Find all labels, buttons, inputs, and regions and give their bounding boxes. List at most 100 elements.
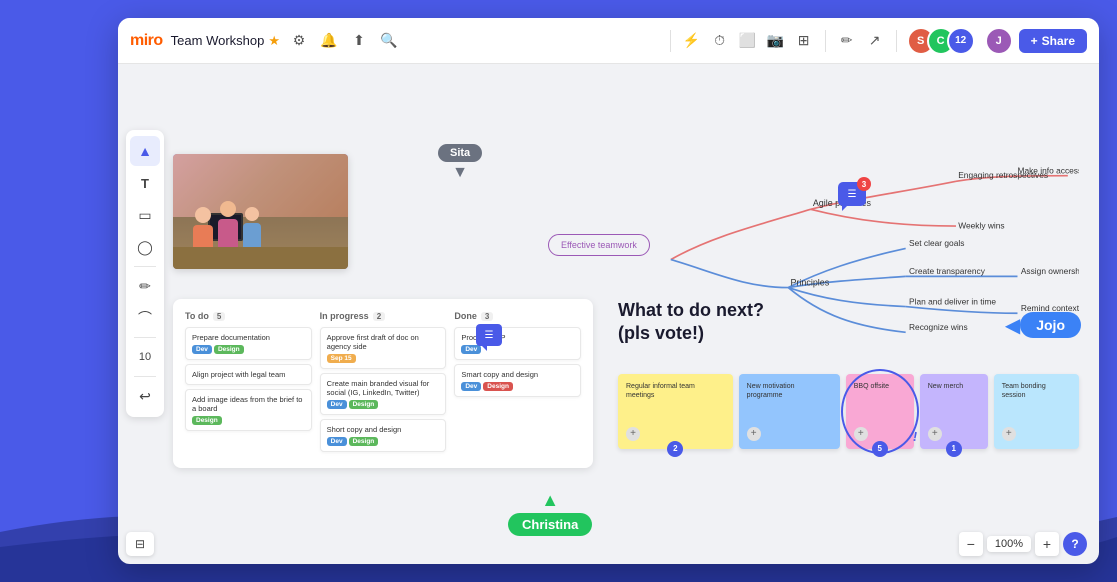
- zoom-in-button[interactable]: +: [1035, 532, 1059, 556]
- kanban-header-todo: To do 5: [185, 311, 312, 321]
- col-todo-count: 5: [213, 312, 225, 321]
- message-bubble[interactable]: ☰ 3: [838, 182, 866, 206]
- kanban-card-5[interactable]: Create main branded visual for social (I…: [320, 373, 447, 415]
- export-icon[interactable]: ⬆: [348, 30, 370, 52]
- topbar: miro Team Workshop ★ ⚙ 🔔 ⬆ 🔍 ⚡ ⏱ ⬜ 📷 ⊞ ✏…: [118, 18, 1099, 64]
- sticky-note-3[interactable]: BBQ offsite + 5: [846, 374, 914, 449]
- zoom-out-button[interactable]: −: [959, 532, 983, 556]
- team-photo: [173, 154, 348, 269]
- pen-icon[interactable]: ✏: [836, 30, 858, 52]
- card-1-tags: Dev Design: [192, 345, 305, 354]
- photo-placeholder: [173, 154, 348, 269]
- message-badge: 3: [857, 177, 871, 191]
- cursor-jojo-arrow: ◀: [1005, 313, 1020, 338]
- star-icon[interactable]: ★: [268, 33, 280, 49]
- shape-tool[interactable]: ◯: [130, 232, 160, 262]
- message-icon: ☰: [848, 189, 857, 200]
- col-inprogress-label: In progress: [320, 311, 369, 321]
- comment-bubble[interactable]: ☰: [476, 324, 502, 346]
- svg-text:Create transparency: Create transparency: [909, 266, 986, 276]
- sticky-note-5[interactable]: Team bonding session +: [994, 374, 1079, 449]
- notification-icon[interactable]: 🔔: [318, 30, 340, 52]
- kanban-card-3[interactable]: Add image ideas from the brief to a boar…: [185, 389, 312, 431]
- sticky-note-2[interactable]: New motivation programme +: [739, 374, 840, 449]
- zoom-tool[interactable]: 10: [130, 342, 160, 372]
- mindmap-center-label: Effective teamwork: [561, 240, 637, 250]
- sticky-1-text: Regular informal team meetings: [626, 382, 725, 400]
- help-button[interactable]: ?: [1063, 532, 1087, 556]
- share-label: Share: [1042, 34, 1075, 48]
- cursor-christina-arrow: ▲: [541, 490, 559, 511]
- tag-sep: Sep 15: [327, 354, 356, 363]
- tag-design: Design: [214, 345, 244, 354]
- svg-text:Principles: Principles: [790, 277, 829, 287]
- tag-dev-5: Dev: [327, 400, 347, 409]
- board-title: Team Workshop ★: [171, 33, 280, 49]
- sticky-notes-row: Regular informal team meetings + 2 New m…: [618, 374, 1079, 449]
- sticky-5-text: Team bonding session: [1002, 382, 1071, 400]
- tag-dev-6: Dev: [327, 437, 347, 446]
- vote-title-text: What to do next?: [618, 300, 764, 320]
- share-button[interactable]: + Share: [1019, 29, 1087, 53]
- vote-badge-1: 2: [667, 441, 683, 457]
- vote-plus-4[interactable]: +: [928, 427, 942, 441]
- share-icon: +: [1031, 34, 1038, 48]
- video-icon[interactable]: 📷: [765, 30, 787, 52]
- tag-design-8: Design: [483, 382, 513, 391]
- left-toolbar: ▲ T ▭ ◯ ✏ ⌒ 10 ↩: [126, 130, 164, 417]
- user-avatar[interactable]: J: [985, 27, 1013, 55]
- panel-toggle-button[interactable]: ⊟: [126, 532, 154, 556]
- kanban-card-1[interactable]: Prepare documentation Dev Design: [185, 327, 312, 360]
- text-tool[interactable]: T: [130, 168, 160, 198]
- connector-tool[interactable]: ⌒: [130, 303, 160, 333]
- card-5-text: Create main branded visual for social (I…: [327, 379, 440, 397]
- vote-plus-5[interactable]: +: [1002, 427, 1016, 441]
- tag-design-3: Design: [192, 416, 222, 425]
- kanban-col-todo: To do 5 Prepare documentation Dev Design…: [185, 311, 312, 456]
- svg-text:Make info accessible: Make info accessible: [1017, 165, 1079, 175]
- card-6-tags: Dev Design: [327, 437, 440, 446]
- vote-subtitle: (pls vote!): [618, 323, 704, 343]
- sticky-note-4[interactable]: New merch + 1: [920, 374, 988, 449]
- undo-tool[interactable]: ↩: [130, 381, 160, 411]
- vote-badge-4: 1: [946, 441, 962, 457]
- cursor-jojo-label: Jojo: [1020, 312, 1081, 338]
- cursor-sita-label: Sita: [438, 144, 482, 162]
- grid-icon[interactable]: ⊞: [793, 30, 815, 52]
- card-2-text: Align project with legal team: [192, 370, 305, 379]
- frame-icon[interactable]: ⬜: [737, 30, 759, 52]
- comment-icon: ☰: [485, 330, 494, 341]
- board-title-text: Team Workshop: [171, 33, 265, 48]
- cursor-sita: Sita ▼: [438, 144, 482, 182]
- search-icon[interactable]: 🔍: [378, 30, 400, 52]
- card-1-text: Prepare documentation: [192, 333, 305, 342]
- vote-plus-1[interactable]: +: [626, 427, 640, 441]
- vote-plus-3[interactable]: +: [854, 427, 868, 441]
- svg-text:Weekly wins: Weekly wins: [958, 220, 1004, 230]
- lightning-icon[interactable]: ⚡: [681, 30, 703, 52]
- sticky-note-1[interactable]: Regular informal team meetings + 2: [618, 374, 733, 449]
- kanban-card-2[interactable]: Align project with legal team: [185, 364, 312, 385]
- pen-tool[interactable]: ✏: [130, 271, 160, 301]
- topbar-left-icons: ⚙ 🔔 ⬆ 🔍: [288, 30, 400, 52]
- sticky-3-text: BBQ offsite: [854, 382, 906, 391]
- kanban-card-6[interactable]: Short copy and design Dev Design: [320, 419, 447, 452]
- toolbar-divider-1: [134, 266, 156, 267]
- card-8-tags: Dev Design: [461, 382, 574, 391]
- note-tool[interactable]: ▭: [130, 200, 160, 230]
- vote-plus-2[interactable]: +: [747, 427, 761, 441]
- arrow-icon[interactable]: ↗: [864, 30, 886, 52]
- canvas-content: ▲ T ▭ ◯ ✏ ⌒ 10 ↩: [118, 64, 1099, 564]
- timer-icon[interactable]: ⏱: [709, 30, 731, 52]
- card-3-tags: Design: [192, 416, 305, 425]
- cursor-christina: ▲ Christina: [508, 490, 592, 536]
- col-todo-label: To do: [185, 311, 209, 321]
- settings-icon[interactable]: ⚙: [288, 30, 310, 52]
- cursor-sita-arrow: ▼: [452, 164, 468, 182]
- select-tool[interactable]: ▲: [130, 136, 160, 166]
- avatar-count[interactable]: 12: [947, 27, 975, 55]
- zoom-level-display: 100%: [987, 536, 1031, 552]
- card-5-tags: Dev Design: [327, 400, 440, 409]
- svg-text:Assign ownership: Assign ownership: [1021, 266, 1079, 276]
- tag-design-6: Design: [349, 437, 379, 446]
